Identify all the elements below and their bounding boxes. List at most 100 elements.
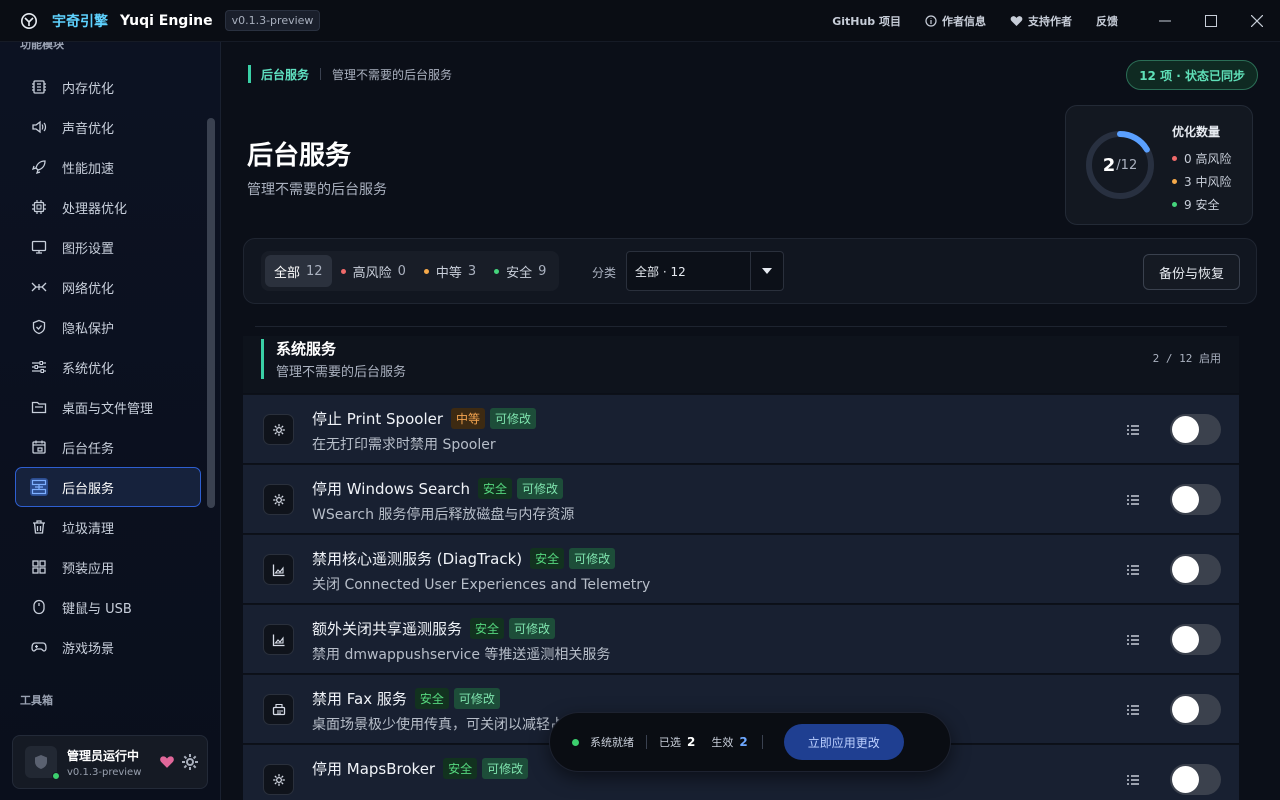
main-content: 后台服务 管理不需要的后台服务 12 项 · 状态已同步 后台服务 管理不需要的… (222, 42, 1280, 800)
breadcrumb: 后台服务 管理不需要的后台服务 (248, 65, 452, 83)
shield-icon (30, 318, 48, 336)
maximize-button[interactable] (1188, 0, 1234, 42)
service-toggle[interactable] (1170, 764, 1221, 795)
breadcrumb-current[interactable]: 后台服务 (261, 66, 309, 83)
settings-button[interactable] (181, 753, 199, 771)
gear-icon (263, 414, 294, 445)
editable-badge: 可修改 (517, 478, 564, 499)
github-link[interactable]: GitHub 项目 (832, 13, 901, 29)
risk-badge: 安全 (414, 688, 449, 709)
effective-label: 生效 (711, 736, 734, 749)
service-toggle[interactable] (1170, 484, 1221, 515)
sidebar-item-8[interactable]: 桌面与文件管理 (15, 387, 201, 427)
editable-badge: 可修改 (453, 688, 500, 709)
apps-grid-icon (30, 558, 48, 576)
sidebar-item-14[interactable]: 游戏场景 (15, 627, 201, 667)
minimize-button[interactable] (1142, 0, 1188, 42)
close-button[interactable] (1234, 0, 1280, 42)
sidebar-item-label: 图形设置 (62, 241, 115, 257)
sidebar-item-label: 游戏场景 (62, 641, 115, 657)
list-details-icon[interactable] (1126, 493, 1140, 507)
app-logo-icon (20, 12, 38, 30)
filter-mid-risk[interactable]: 中等 3 (415, 255, 485, 287)
list-details-icon[interactable] (1126, 773, 1140, 787)
service-toggle[interactable] (1170, 414, 1221, 445)
sidebar-item-label: 处理器优化 (62, 201, 128, 217)
sidebar-item-0[interactable]: 内存优化 (15, 67, 201, 107)
sidebar-item-6[interactable]: 隐私保护 (15, 307, 201, 347)
service-toggle[interactable] (1170, 694, 1221, 725)
service-toggle[interactable] (1170, 624, 1221, 655)
favorite-button[interactable] (159, 755, 175, 769)
service-row[interactable]: 停用 Windows Search 安全 可修改 WSearch 服务停用后释放磁盘与… (243, 464, 1239, 533)
progress-ring-value: 2/12 (1102, 154, 1138, 176)
sidebar-item-4[interactable]: 图形设置 (15, 227, 201, 267)
list-details-icon[interactable] (1126, 703, 1140, 717)
title-bar: 宇奇引擎 Yuqi Engine v0.1.3-preview GitHub 项… (0, 0, 1280, 42)
filter-high-risk[interactable]: 高风险 0 (332, 255, 415, 287)
section-enabled-count: 2 / 12 启用 (1152, 352, 1221, 365)
service-row[interactable]: 禁用核心遥测服务 (DiagTrack) 安全 可修改 关闭 Connected Us… (243, 534, 1239, 603)
sidebar-item-label: 系统优化 (62, 361, 115, 377)
sidebar-item-12[interactable]: 预装应用 (15, 547, 201, 587)
memory-chip-icon (30, 78, 48, 96)
minimize-icon (1159, 20, 1171, 21)
sidebar-item-5[interactable]: 网络优化 (15, 267, 201, 307)
sliders-icon (30, 358, 48, 376)
info-icon (925, 14, 937, 27)
sidebar-item-11[interactable]: 垃圾清理 (15, 507, 201, 547)
stats-title: 优化数量 (1172, 125, 1221, 139)
list-details-icon[interactable] (1126, 633, 1140, 647)
breadcrumb-desc: 管理不需要的后台服务 (332, 67, 453, 82)
editable-badge: 可修改 (482, 758, 529, 779)
sidebar-item-10[interactable]: 后台服务 (15, 467, 201, 507)
filter-all[interactable]: 全部 12 (265, 255, 332, 287)
service-toggle[interactable] (1170, 554, 1221, 585)
sidebar: 功能模块 内存优化 声音优化 性能加速 处理器优化 图形设置 网络优化 隐私保护 系统优化 桌面… (0, 42, 221, 800)
apply-changes-button[interactable]: 立即应用更改 (783, 724, 904, 760)
system-status: 系统就绪 (590, 736, 634, 749)
sidebar-section-tools: 工具箱 (20, 694, 53, 707)
service-row[interactable]: 额外关闭共享遥测服务 安全 可修改 禁用 dmwappushservice 等推送遥测… (243, 604, 1239, 673)
github-link-label: GitHub 项目 (832, 14, 901, 28)
heart-icon (160, 756, 174, 768)
section-subtitle: 管理不需要的后台服务 (276, 365, 407, 380)
chart-icon (263, 554, 294, 585)
sidebar-item-3[interactable]: 处理器优化 (15, 187, 201, 227)
author-info-label: 作者信息 (942, 14, 986, 28)
folder-icon (30, 398, 48, 416)
filter-bar: 全部 12 高风险 0 中等 3 安全 9 分类 全部 · 12 备份与恢复 (243, 238, 1257, 304)
sync-status-badge: 12 项 · 状态已同步 (1126, 60, 1258, 90)
sidebar-item-2[interactable]: 性能加速 (15, 147, 201, 187)
app-name-en: Yuqi Engine (120, 12, 213, 29)
sidebar-item-9[interactable]: 后台任务 (15, 427, 201, 467)
sidebar-item-13[interactable]: 键鼠与 USB (15, 587, 201, 627)
filter-safe[interactable]: 安全 9 (485, 255, 555, 287)
sidebar-item-label: 垃圾清理 (62, 521, 115, 537)
backup-restore-button[interactable]: 备份与恢复 (1142, 254, 1240, 290)
sidebar-item-1[interactable]: 声音优化 (15, 107, 201, 147)
editable-badge: 可修改 (569, 548, 616, 569)
list-details-icon[interactable] (1126, 563, 1140, 577)
apply-bar: 系统就绪 已选 2 生效 2 立即应用更改 (549, 712, 951, 772)
list-details-icon[interactable] (1126, 423, 1140, 437)
sidebar-item-label: 键鼠与 USB (62, 601, 132, 617)
category-select[interactable]: 全部 · 12 (626, 251, 784, 291)
feedback-link[interactable]: 反馈 (1096, 13, 1118, 29)
chevron-down-icon (750, 252, 783, 290)
support-author-link[interactable]: 支持作者 (1010, 13, 1072, 29)
author-info-link[interactable]: 作者信息 (925, 13, 986, 29)
version-badge: v0.1.3-preview (224, 10, 321, 31)
rocket-icon (30, 158, 48, 176)
support-author-label: 支持作者 (1028, 14, 1072, 28)
trash-icon (30, 518, 48, 536)
sidebar-item-7[interactable]: 系统优化 (15, 347, 201, 387)
mouse-icon (30, 598, 48, 616)
section-header: 系统服务 管理不需要的后台服务 2 / 12 启用 (243, 336, 1239, 393)
user-card[interactable]: 管理员运行中 v0.1.3-preview (12, 735, 208, 789)
sidebar-scrollbar[interactable] (207, 118, 215, 508)
selected-label: 已选 (659, 736, 681, 749)
selected-count: 2 (687, 735, 696, 749)
service-row[interactable]: 停止 Print Spooler 中等 可修改 在无打印需求时禁用 Spooler (243, 394, 1239, 463)
service-title: 禁用核心遥测服务 (DiagTrack) (312, 550, 523, 568)
